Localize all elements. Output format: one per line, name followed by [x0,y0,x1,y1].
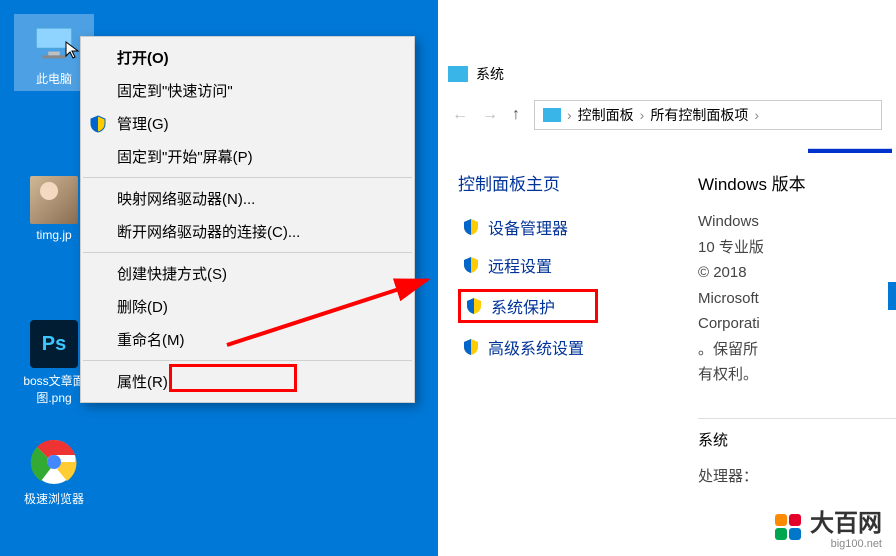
navigation-bar: ← → ↑ › 控制面板 › 所有控制面板项 › [438,90,896,140]
menu-item-rename[interactable]: 重命名(M) [81,323,414,356]
info-line: 。保留所 [698,337,896,363]
menu-label: 重命名(M) [117,329,185,350]
menu-label: 创建快捷方式(S) [117,263,227,284]
shield-icon [462,218,480,236]
system-icon [543,108,561,122]
window-titlebar: 系统 [438,58,896,90]
menu-separator [83,360,412,361]
chevron-right-icon: › [640,107,645,123]
desktop-icon-browser[interactable]: 极速浏览器 [14,438,94,507]
info-line: Windows [698,209,896,235]
photoshop-icon: Ps [30,320,78,368]
shield-icon [465,297,483,315]
task-system-protection[interactable]: 系统保护 [458,289,598,323]
task-advanced-settings[interactable]: 高级系统设置 [458,333,688,361]
task-label: 系统保护 [491,294,555,318]
menu-item-pin-start[interactable]: 固定到"开始"屏幕(P) [81,140,414,173]
nav-up-icon[interactable]: ↑ [512,106,520,124]
menu-label: 固定到"开始"屏幕(P) [117,146,253,167]
system-icon [448,66,468,82]
task-label: 远程设置 [488,253,552,277]
nav-forward-icon[interactable]: → [482,106,498,124]
processor-label: 处理器： [698,464,896,490]
brand-name: 大百网 [810,510,882,537]
control-panel-tasks: 控制面板主页 设备管理器 远程设置 系统保护 高级系统设置 [458,170,688,519]
panel-home-link[interactable]: 控制面板主页 [458,170,688,195]
chevron-right-icon: › [754,107,759,123]
menu-item-properties[interactable]: 属性(R) [81,365,414,398]
context-menu: 打开(O) 固定到"快速访问" 管理(G) 固定到"开始"屏幕(P) 映射网络驱… [80,36,415,403]
desktop-icon-label: 极速浏览器 [14,490,94,507]
menu-item-delete[interactable]: 删除(D) [81,290,414,323]
divider [698,418,896,419]
info-line: © 2018 [698,260,896,286]
menu-label: 管理(G) [117,113,169,134]
edition-info: Windows 10 专业版 © 2018 Microsoft Corporat… [698,209,896,388]
menu-label: 打开(O) [117,47,169,68]
menu-item-open[interactable]: 打开(O) [81,41,414,74]
menu-separator [83,252,412,253]
menu-item-pin-quick-access[interactable]: 固定到"快速访问" [81,74,414,107]
system-info-panel: Windows 版本 Windows 10 专业版 © 2018 Microso… [688,170,896,519]
nav-back-icon[interactable]: ← [452,106,468,124]
system-section-heading: 系统 [698,429,896,450]
breadcrumb-item[interactable]: 所有控制面板项 [650,105,748,125]
watermark-logo: 大百网 big100.net [774,503,882,550]
shield-icon [462,256,480,274]
shield-icon [89,115,107,133]
shield-icon [462,338,480,356]
photo-thumbnail-icon [30,176,78,224]
menu-label: 断开网络驱动器的连接(C)... [117,221,300,242]
menu-item-manage[interactable]: 管理(G) [81,107,414,140]
brand-url: big100.net [810,538,882,550]
task-label: 高级系统设置 [488,335,584,359]
partial-truncated-link: ▬▬▬▬▬▬ [438,140,896,160]
menu-item-disconnect-drive[interactable]: 断开网络驱动器的连接(C)... [81,215,414,248]
breadcrumb[interactable]: › 控制面板 › 所有控制面板项 › [534,100,882,130]
menu-item-map-drive[interactable]: 映射网络驱动器(N)... [81,182,414,215]
chevron-right-icon: › [567,107,572,123]
chrome-icon [30,438,78,486]
info-line: 有权利。 [698,362,896,388]
menu-separator [83,177,412,178]
windows-edition-heading: Windows 版本 [698,170,896,195]
breadcrumb-item[interactable]: 控制面板 [578,105,634,125]
task-device-manager[interactable]: 设备管理器 [458,213,688,241]
logo-icon [774,513,802,541]
window-title: 系统 [476,64,504,84]
info-line: 10 专业版 [698,235,896,261]
system-window: 系统 ← → ↑ › 控制面板 › 所有控制面板项 › ▬▬▬▬▬▬ 控制面板主… [438,58,896,556]
menu-item-create-shortcut[interactable]: 创建快捷方式(S) [81,257,414,290]
menu-label: 固定到"快速访问" [117,80,233,101]
info-line: Corporati [698,311,896,337]
menu-label: 属性(R) [117,371,168,392]
mouse-cursor-icon [64,40,84,60]
accent-bar [888,282,896,310]
info-line: Microsoft [698,286,896,312]
task-label: 设备管理器 [488,215,568,239]
menu-label: 删除(D) [117,296,168,317]
menu-label: 映射网络驱动器(N)... [117,188,255,209]
task-remote-settings[interactable]: 远程设置 [458,251,688,279]
